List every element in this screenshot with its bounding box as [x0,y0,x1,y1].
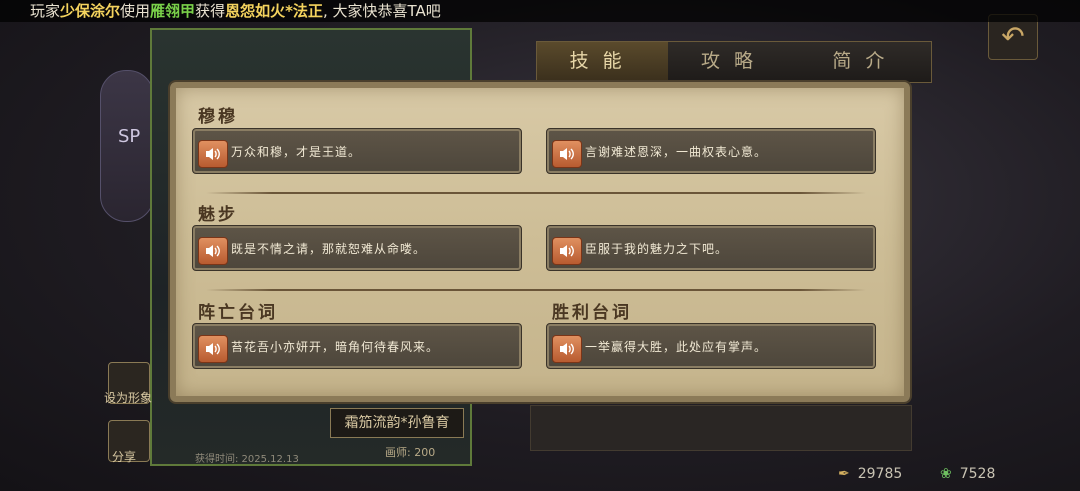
speaker-icon[interactable] [552,140,582,168]
voice-line-card[interactable]: 既是不情之请，那就恕难从命喽。 [192,225,522,271]
broadcast-skin: 恩怨如火*法正 [225,2,323,20]
section-title-battle-start: 阵亡台词 [198,303,278,323]
voice-line-text: 一举赢得大胜，此处应有掌声。 [585,340,768,354]
voice-line-card[interactable]: 一举赢得大胜，此处应有掌声。 [546,323,876,369]
broadcast-item: 雁翎甲 [150,2,196,20]
share-label: 分享 [112,450,137,464]
sp-label: SP [118,126,141,147]
voice-line-text: 言谢难述恩深，一曲权表心意。 [585,145,768,159]
speaker-icon[interactable] [552,335,582,363]
jade-currency: ❀ 7528 [940,466,995,482]
broadcast-banner: 玩家少保涂尔使用雁翎甲获得恩怨如火*法正, 大家快恭喜TA吧 [0,0,1080,22]
tab-intro[interactable]: 简介 [800,42,931,82]
voice-line-text: 既是不情之请，那就恕难从命喽。 [231,242,427,256]
section-title-meibu: 魅步 [198,205,238,225]
voice-line-card[interactable]: 言谢难述恩深，一曲权表心意。 [546,128,876,174]
voice-line-card[interactable]: 万众和穆，才是王道。 [192,128,522,174]
skin-thumbnail-strip[interactable] [530,405,912,451]
gold-currency: ✒ 29785 [838,466,902,482]
speaker-icon[interactable] [552,237,582,265]
speaker-icon[interactable] [198,335,228,363]
voice-lines-dialog: 穆穆 万众和穆，才是王道。 言谢难述恩深，一曲权表心意。 魅步 既是不情之请，那… [170,82,910,402]
acquired-time: 获得时间: 2025.12.13 [195,454,299,465]
back-arrow-icon: ↶ [1001,20,1025,53]
info-tabs: 技能 攻略 简介 [536,41,932,83]
quill-icon: ✒ [838,466,850,482]
broadcast-prefix: 玩家 [30,2,61,20]
voice-line-card[interactable]: 臣服于我的魅力之下吧。 [546,225,876,271]
gold-value: 29785 [857,466,903,482]
speaker-icon[interactable] [198,237,228,265]
set-image-label: 设为形象 [104,391,153,405]
broadcast-player: 少保涂尔 [60,2,121,20]
painter-label: 画师: 200 [385,446,436,459]
voice-line-card[interactable]: 苔花吾小亦妍开，暗角何待春风来。 [192,323,522,369]
jade-value: 7528 [959,466,996,482]
section-title-victory: 胜利台词 [552,303,632,323]
section-title-mumu: 穆穆 [198,107,238,127]
broadcast-suffix: , 大家快恭喜TA吧 [322,2,441,20]
voice-line-text: 万众和穆，才是王道。 [231,145,362,159]
speaker-icon[interactable] [198,140,228,168]
voice-line-text: 臣服于我的魅力之下吧。 [585,242,729,256]
hero-name-plate: 霜笳流韵*孙鲁育 [330,408,464,438]
section-divider [206,289,866,291]
voice-line-text: 苔花吾小亦妍开，暗角何待春风来。 [231,340,440,354]
tab-skills[interactable]: 技能 [537,42,669,82]
jade-icon: ❀ [940,466,952,482]
broadcast-obtained: 获得 [195,2,226,20]
tab-strategy[interactable]: 攻略 [668,42,799,82]
section-divider [206,192,866,194]
broadcast-verb: 使用 [120,2,151,20]
